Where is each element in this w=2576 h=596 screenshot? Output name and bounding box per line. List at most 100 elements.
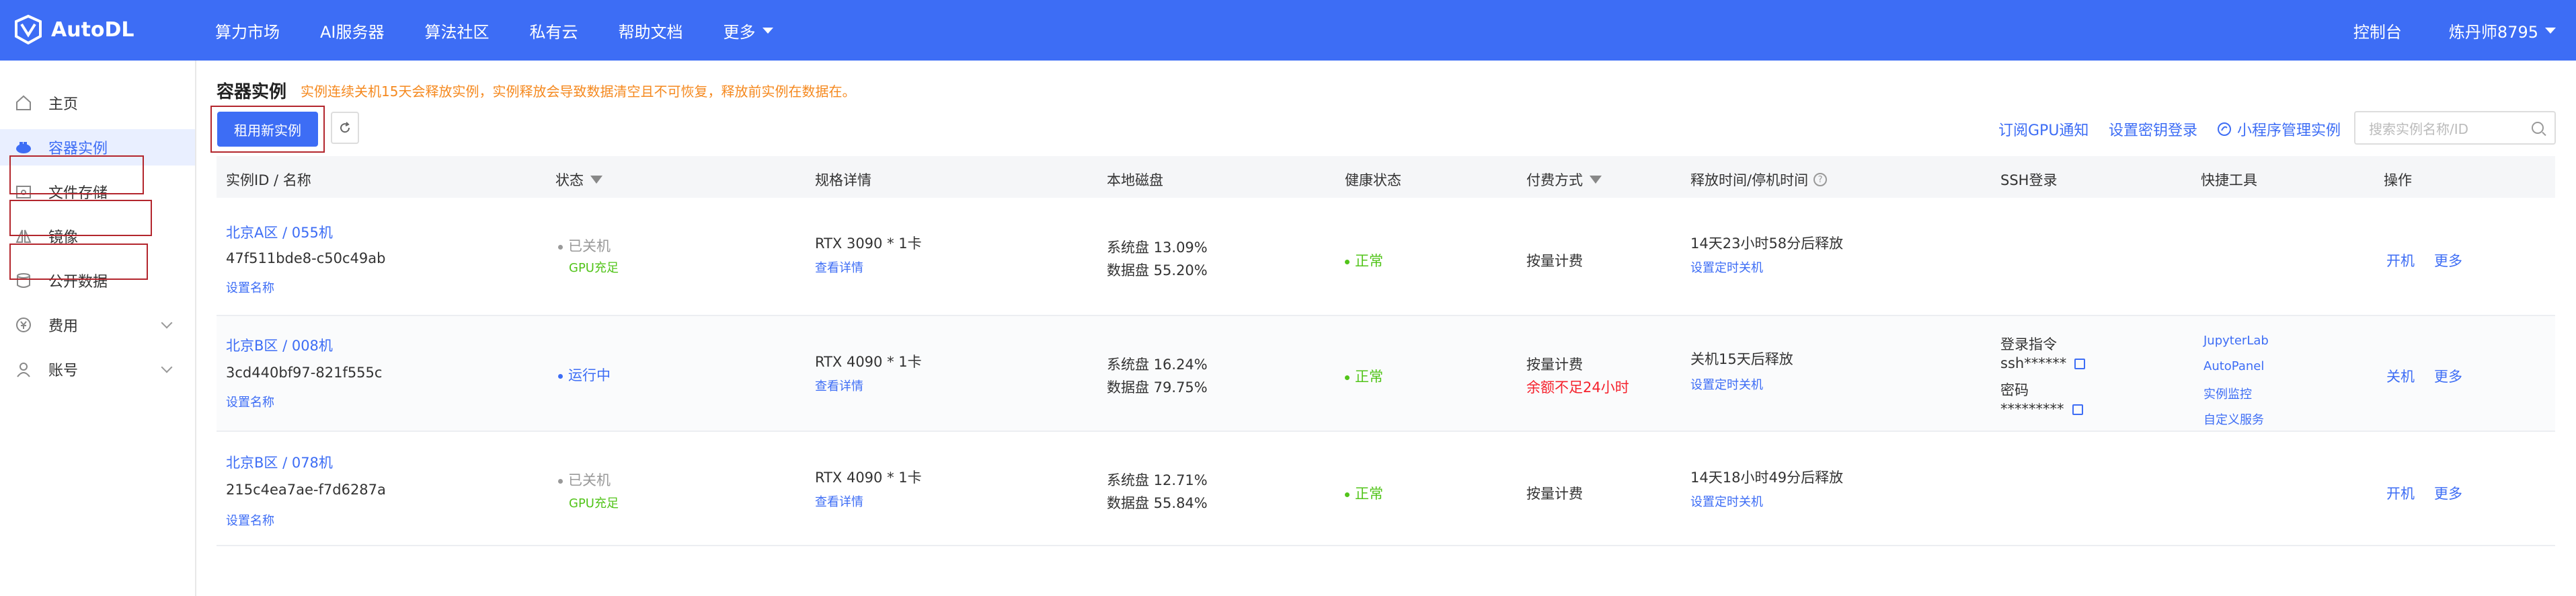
username: 炼丹师8795: [2448, 22, 2538, 42]
instance-region-link[interactable]: 北京A区 / 055机: [226, 222, 333, 242]
nav-item-algorithm-community[interactable]: 算法社区: [425, 19, 490, 42]
release-time: 14天23小时58分后释放: [1690, 235, 1844, 252]
col-header-payment[interactable]: 付费方式: [1526, 170, 1602, 190]
highlight-box-public-data: [9, 244, 148, 280]
set-scheduled-shutdown-link[interactable]: 设置定时关机: [1690, 375, 1763, 393]
col-header-health: 健康状态: [1345, 172, 1401, 188]
spec-text: RTX 4090 * 1卡: [815, 470, 922, 486]
status-dot-icon: [558, 244, 563, 250]
rent-new-instance-button[interactable]: 租用新实例: [217, 112, 318, 147]
filter-icon[interactable]: [1590, 176, 1602, 184]
view-details-link[interactable]: 查看详情: [815, 377, 863, 394]
status-dot-icon: [558, 478, 563, 484]
sidebar-item-label: 费用: [48, 318, 79, 335]
data-disk-usage: 数据盘 55.84%: [1107, 495, 1208, 511]
ssh-password-label: 密码: [2000, 382, 2029, 398]
power-off-button[interactable]: 关机: [2386, 366, 2415, 386]
container-icon: [16, 142, 31, 153]
power-on-button[interactable]: 开机: [2386, 250, 2415, 270]
yen-icon: [16, 318, 31, 332]
help-icon[interactable]: ?: [1813, 173, 1828, 186]
col-header-release: 释放时间/停机时间?: [1690, 170, 1828, 190]
instance-id: 215c4ea7ae-f7d6287a: [226, 482, 386, 498]
tool-custom-service-link[interactable]: 自定义服务: [2203, 410, 2264, 428]
top-right-menu: 控制台 炼丹师8795: [2306, 0, 2556, 61]
more-actions-button[interactable]: 更多: [2434, 250, 2462, 270]
set-name-link[interactable]: 设置名称: [226, 511, 274, 529]
instance-search-input[interactable]: 搜索实例名称/ID: [2354, 111, 2556, 145]
filter-icon[interactable]: [590, 176, 602, 184]
sidebar-item-billing[interactable]: 费用: [0, 307, 195, 343]
health-text: 正常: [1355, 369, 1383, 385]
chevron-down-icon: [161, 361, 173, 373]
release-time: 14天18小时49分后释放: [1690, 470, 1844, 486]
chevron-down-icon: [161, 317, 173, 329]
low-balance-warning: 余额不足24小时: [1526, 379, 1629, 396]
col-header-payment-label: 付费方式: [1526, 172, 1583, 188]
data-disk-usage: 数据盘 79.75%: [1107, 379, 1208, 396]
ssh-key-login-link[interactable]: 设置密钥登录: [2109, 118, 2197, 140]
power-on-button[interactable]: 开机: [2386, 483, 2415, 503]
mini-program-link[interactable]: 小程序管理实例: [2217, 118, 2341, 140]
sidebar: 主页 容器实例 文件存储 镜像 公开数据 费用 账号: [0, 61, 196, 596]
set-scheduled-shutdown-link[interactable]: 设置定时关机: [1690, 492, 1763, 510]
set-name-link[interactable]: 设置名称: [226, 393, 274, 410]
copy-icon[interactable]: [2072, 404, 2083, 415]
nav-item-help-docs[interactable]: 帮助文档: [619, 19, 683, 42]
data-disk-usage: 数据盘 55.20%: [1107, 262, 1208, 278]
more-actions-button[interactable]: 更多: [2434, 366, 2462, 386]
tool-monitor-link[interactable]: 实例监控: [2203, 385, 2252, 402]
health-text: 正常: [1355, 253, 1383, 269]
instance-region-link[interactable]: 北京B区 / 008机: [226, 335, 333, 355]
home-icon: [16, 95, 31, 110]
set-name-link[interactable]: 设置名称: [226, 278, 274, 296]
tool-jupyterlab-link[interactable]: JupyterLab: [2203, 334, 2269, 348]
col-header-release-label: 释放时间/停机时间: [1690, 172, 1809, 188]
col-header-status[interactable]: 状态: [555, 170, 602, 190]
view-details-link[interactable]: 查看详情: [815, 258, 863, 276]
instance-id: 47f511bde8-c50c49ab: [226, 250, 386, 266]
instance-region-link[interactable]: 北京B区 / 078机: [226, 452, 333, 472]
ssh-command: ssh******: [2000, 355, 2086, 371]
nav-item-more[interactable]: 更多: [724, 19, 773, 42]
page-title: 容器实例: [217, 82, 287, 102]
mini-program-icon: [2218, 122, 2231, 136]
brand-logo[interactable]: AutoDL: [13, 14, 134, 45]
caret-down-icon: [762, 27, 773, 34]
more-actions-button[interactable]: 更多: [2434, 483, 2462, 503]
health-status: 正常: [1345, 366, 1383, 386]
spec-text: RTX 3090 * 1卡: [815, 235, 922, 252]
payment-method: 按量计费: [1526, 486, 1583, 502]
status-stopped: 已关机: [558, 235, 611, 256]
view-details-link[interactable]: 查看详情: [815, 492, 863, 510]
search-icon[interactable]: [2532, 122, 2544, 134]
nav-item-compute-market[interactable]: 算力市场: [215, 19, 280, 42]
main-content: 容器实例 实例连续关机15天会释放实例，实例释放会导致数据清空且不可恢复，释放前…: [196, 61, 2576, 596]
tool-autopanel-link[interactable]: AutoPanel: [2203, 359, 2264, 373]
col-header-ops: 操作: [2384, 172, 2412, 188]
status-dot-icon: [558, 373, 563, 379]
highlight-box-image: [9, 200, 152, 236]
copy-icon[interactable]: [2074, 359, 2086, 369]
gpu-availability: GPU充足: [569, 261, 619, 275]
health-text: 正常: [1355, 486, 1383, 502]
set-scheduled-shutdown-link[interactable]: 设置定时关机: [1690, 258, 1763, 276]
console-link[interactable]: 控制台: [2353, 19, 2402, 42]
release-warning: 实例连续关机15天会释放实例，实例释放会导致数据清空且不可恢复，释放前实例在数据…: [301, 83, 856, 100]
health-status: 正常: [1345, 250, 1383, 270]
user-menu[interactable]: 炼丹师8795: [2449, 19, 2556, 42]
autodl-logo-icon: [13, 14, 43, 45]
user-icon: [17, 363, 30, 377]
table-row: 北京B区 / 078机 215c4ea7ae-f7d6287a 设置名称 已关机…: [217, 432, 2555, 546]
refresh-button[interactable]: [331, 112, 359, 144]
nav-item-private-cloud[interactable]: 私有云: [530, 19, 578, 42]
status-text: 已关机: [568, 238, 611, 254]
col-header-status-label: 状态: [555, 172, 584, 188]
instance-id: 3cd440bf97-821f555c: [226, 365, 383, 381]
sidebar-item-account[interactable]: 账号: [0, 351, 195, 387]
gpu-notify-link[interactable]: 订阅GPU通知: [1998, 118, 2089, 140]
sidebar-item-home[interactable]: 主页: [0, 85, 195, 121]
nav-item-ai-server[interactable]: AI服务器: [320, 19, 385, 42]
col-header-id: 实例ID / 名称: [226, 172, 311, 188]
status-text: 已关机: [568, 472, 611, 488]
